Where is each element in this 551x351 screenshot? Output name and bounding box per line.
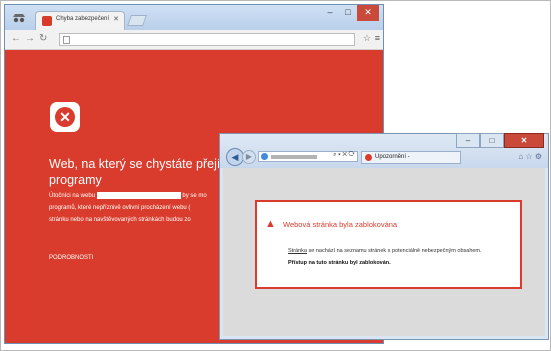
alert-message-rest: se nachází na seznamu stránek s potenciá… xyxy=(306,248,482,254)
details-link[interactable]: PODROBNOSTI xyxy=(49,255,93,261)
body-line1-suffix: by se mo xyxy=(182,193,207,199)
alert-message: Stránka se nachází na seznamu stránek s … xyxy=(288,248,482,254)
minimize-button[interactable]: – xyxy=(323,5,337,21)
ie-address-bar[interactable]: ⌕ ▾ ✕ ⟳ xyxy=(258,151,358,162)
blocked-page-alert: ▲ Webová stránka byla zablokována Stránk… xyxy=(255,200,522,289)
omnibox[interactable] xyxy=(59,33,355,46)
error-icon: ✕ xyxy=(50,102,80,132)
ie-tab-title: Upozornění - xyxy=(375,154,410,160)
forward-arrow-icon[interactable]: → xyxy=(25,33,35,44)
chrome-active-tab[interactable]: Chyba zabezpečení ✕ xyxy=(35,11,125,30)
close-button[interactable]: ✕ xyxy=(357,5,379,21)
ie-tab-warning-icon xyxy=(365,154,372,161)
tab-title: Chyba zabezpečení xyxy=(56,16,110,22)
ie-maximize-button[interactable]: □ xyxy=(480,133,504,148)
new-tab-button[interactable] xyxy=(126,15,148,26)
ie-window: – □ ✕ ◀ ▶ ⌕ ▾ ✕ ⟳ Upozornění - ⌂ ☆ ⚙ ▲ W… xyxy=(219,133,549,340)
page-link[interactable]: Stránka xyxy=(288,248,307,254)
redacted-address xyxy=(271,155,317,159)
bookmark-star-icon[interactable]: ☆ xyxy=(363,33,371,44)
ie-minimize-button[interactable]: – xyxy=(456,133,480,148)
ie-content: ▲ Webová stránka byla zablokována Stránk… xyxy=(223,168,545,336)
menu-icon[interactable]: ≡ xyxy=(375,33,380,43)
body-line1-prefix: Útočníci na webu xyxy=(49,193,96,199)
tab-favicon-icon xyxy=(42,16,52,26)
tab-close-icon[interactable]: ✕ xyxy=(113,15,119,23)
ie-tab[interactable]: Upozornění - xyxy=(361,151,461,164)
page-icon xyxy=(63,36,70,44)
warning-triangle-icon: ▲ xyxy=(265,218,276,230)
back-arrow-icon[interactable]: ← xyxy=(11,33,21,44)
ie-titlebar: – □ ✕ ◀ ▶ ⌕ ▾ ✕ ⟳ Upozornění - ⌂ ☆ ⚙ xyxy=(220,133,548,168)
reload-icon[interactable]: ↻ xyxy=(39,33,47,44)
ie-close-button[interactable]: ✕ xyxy=(504,133,544,148)
ie-address-controls[interactable]: ⌕ ▾ ✕ ⟳ xyxy=(333,152,355,159)
redacted-url xyxy=(96,191,181,199)
maximize-button[interactable]: □ xyxy=(341,5,355,21)
alert-title: Webová stránka byla zablokována xyxy=(283,220,398,229)
alert-blocked-notice: Přístup na tuto stránku byl zablokován. xyxy=(288,260,391,266)
ie-toolbar-icons[interactable]: ⌂ ☆ ⚙ xyxy=(518,152,542,161)
ie-forward-button[interactable]: ▶ xyxy=(242,150,256,164)
chrome-tabstrip: Chyba zabezpečení ✕ – □ ✕ xyxy=(5,5,383,30)
ie-site-icon xyxy=(261,153,268,160)
chrome-toolbar: ← → ↻ ☆ ≡ xyxy=(5,30,383,50)
incognito-avatar-icon[interactable] xyxy=(11,11,27,25)
